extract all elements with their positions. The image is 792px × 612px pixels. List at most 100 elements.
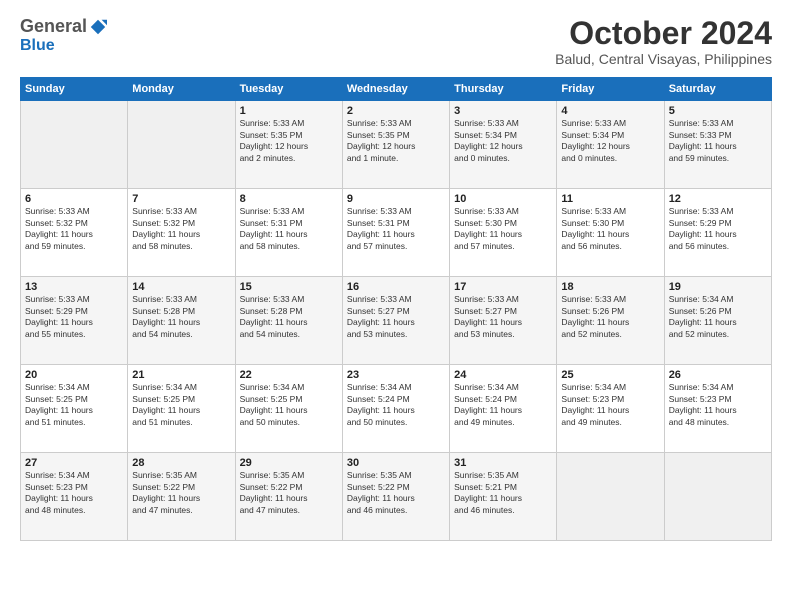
day-info: Sunrise: 5:33 AM Sunset: 5:35 PM Dayligh… — [240, 118, 338, 164]
day-info: Sunrise: 5:33 AM Sunset: 5:29 PM Dayligh… — [669, 206, 767, 252]
day-info: Sunrise: 5:33 AM Sunset: 5:27 PM Dayligh… — [347, 294, 445, 340]
calendar-day-cell: 7Sunrise: 5:33 AM Sunset: 5:32 PM Daylig… — [128, 189, 235, 277]
day-info: Sunrise: 5:34 AM Sunset: 5:25 PM Dayligh… — [132, 382, 230, 428]
month-title: October 2024 — [555, 16, 772, 51]
day-number: 4 — [561, 105, 659, 117]
calendar-week-row: 13Sunrise: 5:33 AM Sunset: 5:29 PM Dayli… — [21, 277, 772, 365]
calendar-day-cell: 28Sunrise: 5:35 AM Sunset: 5:22 PM Dayli… — [128, 453, 235, 541]
calendar-day-cell: 31Sunrise: 5:35 AM Sunset: 5:21 PM Dayli… — [450, 453, 557, 541]
day-number: 29 — [240, 457, 338, 469]
day-number: 26 — [669, 369, 767, 381]
calendar-header-day: Tuesday — [235, 78, 342, 101]
day-info: Sunrise: 5:33 AM Sunset: 5:26 PM Dayligh… — [561, 294, 659, 340]
day-number: 12 — [669, 193, 767, 205]
calendar-day-cell: 9Sunrise: 5:33 AM Sunset: 5:31 PM Daylig… — [342, 189, 449, 277]
day-number: 7 — [132, 193, 230, 205]
day-info: Sunrise: 5:33 AM Sunset: 5:35 PM Dayligh… — [347, 118, 445, 164]
day-number: 17 — [454, 281, 552, 293]
day-info: Sunrise: 5:34 AM Sunset: 5:24 PM Dayligh… — [347, 382, 445, 428]
calendar-day-cell: 14Sunrise: 5:33 AM Sunset: 5:28 PM Dayli… — [128, 277, 235, 365]
day-number: 31 — [454, 457, 552, 469]
calendar-day-cell: 13Sunrise: 5:33 AM Sunset: 5:29 PM Dayli… — [21, 277, 128, 365]
day-number: 5 — [669, 105, 767, 117]
day-info: Sunrise: 5:34 AM Sunset: 5:24 PM Dayligh… — [454, 382, 552, 428]
day-number: 9 — [347, 193, 445, 205]
calendar-header-day: Wednesday — [342, 78, 449, 101]
calendar-day-cell: 30Sunrise: 5:35 AM Sunset: 5:22 PM Dayli… — [342, 453, 449, 541]
day-info: Sunrise: 5:33 AM Sunset: 5:31 PM Dayligh… — [240, 206, 338, 252]
day-number: 13 — [25, 281, 123, 293]
day-info: Sunrise: 5:34 AM Sunset: 5:26 PM Dayligh… — [669, 294, 767, 340]
day-number: 14 — [132, 281, 230, 293]
day-number: 6 — [25, 193, 123, 205]
calendar-day-cell: 4Sunrise: 5:33 AM Sunset: 5:34 PM Daylig… — [557, 101, 664, 189]
day-info: Sunrise: 5:33 AM Sunset: 5:29 PM Dayligh… — [25, 294, 123, 340]
calendar-day-cell: 18Sunrise: 5:33 AM Sunset: 5:26 PM Dayli… — [557, 277, 664, 365]
day-info: Sunrise: 5:33 AM Sunset: 5:27 PM Dayligh… — [454, 294, 552, 340]
calendar-day-cell: 15Sunrise: 5:33 AM Sunset: 5:28 PM Dayli… — [235, 277, 342, 365]
day-number: 3 — [454, 105, 552, 117]
day-number: 28 — [132, 457, 230, 469]
header: General Blue October 2024 Balud, Central… — [20, 16, 772, 67]
calendar-day-cell: 24Sunrise: 5:34 AM Sunset: 5:24 PM Dayli… — [450, 365, 557, 453]
calendar-day-cell — [21, 101, 128, 189]
calendar-day-cell: 6Sunrise: 5:33 AM Sunset: 5:32 PM Daylig… — [21, 189, 128, 277]
calendar-day-cell: 11Sunrise: 5:33 AM Sunset: 5:30 PM Dayli… — [557, 189, 664, 277]
day-info: Sunrise: 5:34 AM Sunset: 5:23 PM Dayligh… — [25, 470, 123, 516]
day-number: 8 — [240, 193, 338, 205]
day-number: 2 — [347, 105, 445, 117]
calendar-day-cell: 26Sunrise: 5:34 AM Sunset: 5:23 PM Dayli… — [664, 365, 771, 453]
day-number: 25 — [561, 369, 659, 381]
calendar-day-cell: 10Sunrise: 5:33 AM Sunset: 5:30 PM Dayli… — [450, 189, 557, 277]
day-info: Sunrise: 5:34 AM Sunset: 5:23 PM Dayligh… — [561, 382, 659, 428]
calendar-day-cell: 5Sunrise: 5:33 AM Sunset: 5:33 PM Daylig… — [664, 101, 771, 189]
calendar-day-cell — [557, 453, 664, 541]
calendar-day-cell: 17Sunrise: 5:33 AM Sunset: 5:27 PM Dayli… — [450, 277, 557, 365]
day-info: Sunrise: 5:33 AM Sunset: 5:32 PM Dayligh… — [132, 206, 230, 252]
day-number: 27 — [25, 457, 123, 469]
day-info: Sunrise: 5:33 AM Sunset: 5:30 PM Dayligh… — [454, 206, 552, 252]
calendar-day-cell: 25Sunrise: 5:34 AM Sunset: 5:23 PM Dayli… — [557, 365, 664, 453]
day-info: Sunrise: 5:35 AM Sunset: 5:22 PM Dayligh… — [240, 470, 338, 516]
calendar-day-cell: 3Sunrise: 5:33 AM Sunset: 5:34 PM Daylig… — [450, 101, 557, 189]
calendar-day-cell: 2Sunrise: 5:33 AM Sunset: 5:35 PM Daylig… — [342, 101, 449, 189]
calendar-day-cell: 19Sunrise: 5:34 AM Sunset: 5:26 PM Dayli… — [664, 277, 771, 365]
calendar-week-row: 6Sunrise: 5:33 AM Sunset: 5:32 PM Daylig… — [21, 189, 772, 277]
day-info: Sunrise: 5:34 AM Sunset: 5:25 PM Dayligh… — [240, 382, 338, 428]
calendar-day-cell: 8Sunrise: 5:33 AM Sunset: 5:31 PM Daylig… — [235, 189, 342, 277]
day-info: Sunrise: 5:33 AM Sunset: 5:34 PM Dayligh… — [561, 118, 659, 164]
calendar-week-row: 20 Sunrise: 5:34 AM Sunset: 5:25 PM Dayli… — [21, 365, 772, 453]
logo-icon — [89, 18, 107, 36]
day-number: 22 — [240, 369, 338, 381]
day-number: 23 — [347, 369, 445, 381]
day-number: 1 — [240, 105, 338, 117]
calendar-header-day: Sunday — [21, 78, 128, 101]
day-info: Sunrise: 5:33 AM Sunset: 5:32 PM Dayligh… — [25, 206, 123, 252]
calendar-day-cell: 29Sunrise: 5:35 AM Sunset: 5:22 PM Dayli… — [235, 453, 342, 541]
day-info: Sunrise: 5:35 AM Sunset: 5:21 PM Dayligh… — [454, 470, 552, 516]
logo-general: General — [20, 16, 87, 37]
calendar-day-cell: 27Sunrise: 5:34 AM Sunset: 5:23 PM Dayli… — [21, 453, 128, 541]
calendar-day-cell: 16Sunrise: 5:33 AM Sunset: 5:27 PM Dayli… — [342, 277, 449, 365]
calendar-day-cell: 20Sunrise: 5:34 AM Sunset: 5:25 PM Dayli… — [21, 365, 128, 453]
day-info: Sunrise: 5:33 AM Sunset: 5:31 PM Dayligh… — [347, 206, 445, 252]
day-info: Sunrise: 5:34 AM Sunset: 5:23 PM Dayligh… — [669, 382, 767, 428]
calendar-table: SundayMondayTuesdayWednesdayThursdayFrid… — [20, 77, 772, 541]
day-number: 24 — [454, 369, 552, 381]
calendar-week-row: 1Sunrise: 5:33 AM Sunset: 5:35 PM Daylig… — [21, 101, 772, 189]
calendar-header-row: SundayMondayTuesdayWednesdayThursdayFrid… — [21, 78, 772, 101]
logo-blue: Blue — [20, 37, 55, 54]
title-area: October 2024 Balud, Central Visayas, Phi… — [555, 16, 772, 67]
day-info: Sunrise: 5:33 AM Sunset: 5:28 PM Dayligh… — [240, 294, 338, 340]
location-title: Balud, Central Visayas, Philippines — [555, 51, 772, 67]
calendar-week-row: 27Sunrise: 5:34 AM Sunset: 5:23 PM Dayli… — [21, 453, 772, 541]
day-number: 18 — [561, 281, 659, 293]
day-number: 11 — [561, 193, 659, 205]
day-info: Sunrise: 5:35 AM Sunset: 5:22 PM Dayligh… — [347, 470, 445, 516]
calendar-day-cell: 23Sunrise: 5:34 AM Sunset: 5:24 PM Dayli… — [342, 365, 449, 453]
day-number: 21 — [132, 369, 230, 381]
day-number: 19 — [669, 281, 767, 293]
day-info: Sunrise: 5:33 AM Sunset: 5:33 PM Dayligh… — [669, 118, 767, 164]
day-number: 20 — [25, 369, 123, 381]
day-number: 30 — [347, 457, 445, 469]
